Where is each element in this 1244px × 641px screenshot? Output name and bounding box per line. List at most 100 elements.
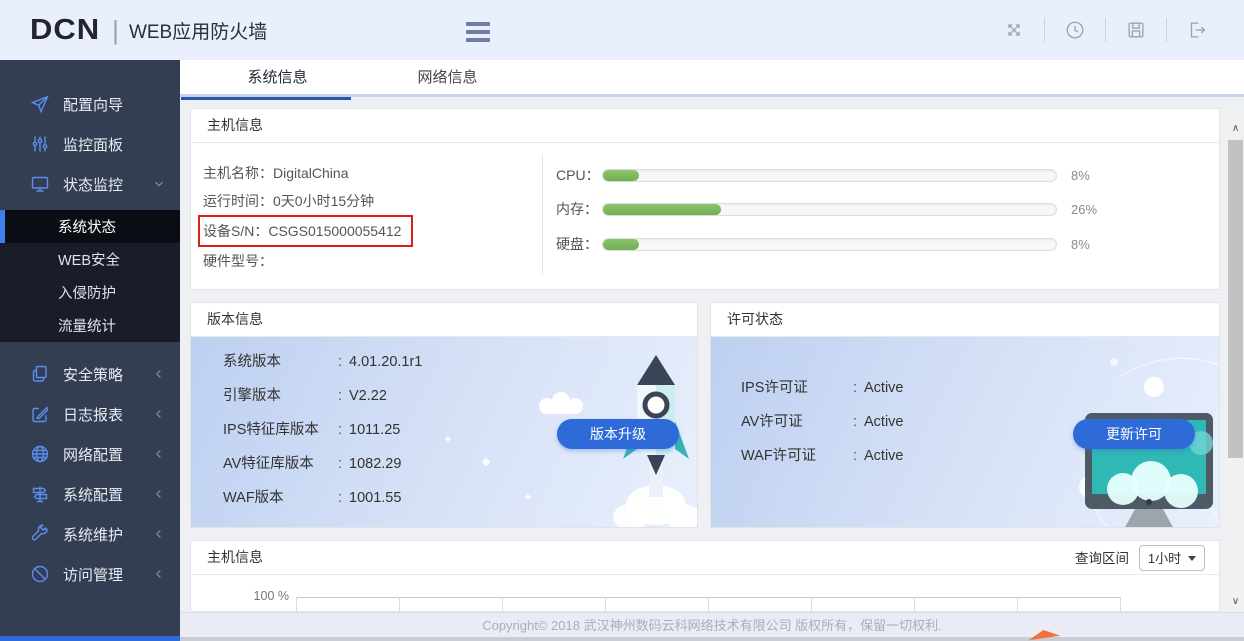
disk-percent-value: 8%: [1071, 237, 1090, 252]
panel-title: 版本信息: [191, 303, 697, 337]
chevron-down-icon: [152, 177, 166, 191]
sidebar-subitem-label: WEB安全: [58, 249, 120, 270]
access-blocked-icon: [30, 564, 50, 584]
sliders-icon: [30, 134, 50, 154]
sidebar-item-label: 访问管理: [63, 564, 123, 585]
sparkle-decoration: [525, 494, 531, 500]
chart-panel-header: 主机信息 查询区间 1小时: [191, 541, 1219, 575]
sidebar-item-access-management[interactable]: 访问管理: [0, 554, 180, 594]
gauge-label: 内存：: [556, 199, 602, 219]
monitor-icon: [30, 174, 50, 194]
chart-gridline: [708, 597, 709, 612]
memory-percent-value: 26%: [1071, 202, 1097, 217]
sidebar-bottom-accent: [0, 636, 180, 641]
header-divider: [1105, 18, 1106, 42]
sidebar-subitem-traffic-stats[interactable]: 流量统计: [0, 309, 180, 342]
highlight-red-box: 设备S/N：CSGS015000055412: [198, 215, 413, 247]
host-field-uptime: 运行时间：0天0小时15分钟: [203, 187, 413, 215]
tab-bar: 系统信息 网络信息: [180, 60, 1244, 97]
active-tab-indicator: [181, 97, 351, 100]
version-list: 系统版本:4.01.20.1r1 引擎版本:V2.22 IPS特征库版本:101…: [191, 345, 422, 515]
host-field-hardware-model: 硬件型号：: [203, 247, 413, 275]
header-divider: [1044, 18, 1045, 42]
sidebar-item-system-config[interactable]: 系统配置: [0, 474, 180, 514]
sidebar-item-monitor-panel[interactable]: 监控面板: [0, 124, 180, 164]
bottom-strip: [180, 637, 1244, 641]
copyright-footer: Copyright© 2018 武汉神州数码云科网络技术有限公司 版权所有，保留…: [180, 612, 1244, 637]
menu-toggle-icon[interactable]: [466, 22, 490, 46]
y-axis-top-label: 100 %: [236, 589, 289, 603]
sidebar-item-label: 系统配置: [63, 484, 123, 505]
license-row: IPS许可证:Active: [711, 371, 904, 405]
sidebar-subitem-web-security[interactable]: WEB安全: [0, 243, 180, 276]
tab-network-info[interactable]: 网络信息: [395, 60, 500, 94]
sidebar-item-label: 网络配置: [63, 444, 123, 465]
cpu-gauge: CPU： 8%: [556, 167, 1090, 183]
version-upgrade-button[interactable]: 版本升级: [557, 419, 679, 449]
tab-system-info[interactable]: 系统信息: [225, 60, 330, 94]
sidebar-item-label: 配置向导: [63, 94, 123, 115]
update-license-button[interactable]: 更新许可: [1073, 419, 1195, 449]
logout-icon[interactable]: [1186, 19, 1208, 41]
host-field-name: 主机名称：DigitalChina: [203, 159, 413, 187]
sidebar-item-label: 安全策略: [63, 364, 123, 385]
memory-gauge: 内存： 26%: [556, 201, 1097, 217]
chevron-left-icon: [152, 527, 166, 541]
memory-progress-fill: [603, 204, 721, 215]
panel-title: 主机信息: [207, 549, 263, 565]
cpu-progress-fill: [603, 170, 639, 181]
query-range-label: 查询区间: [1075, 542, 1129, 575]
host-fields: 主机名称：DigitalChina 运行时间：0天0小时15分钟 设备S/N：C…: [203, 159, 413, 275]
chevron-left-icon: [152, 407, 166, 421]
brand-separator: |: [112, 15, 119, 46]
vertical-scrollbar[interactable]: ∧ ∨: [1227, 118, 1244, 612]
sidebar-subitem-label: 系统状态: [58, 216, 116, 237]
header-divider: [1166, 18, 1167, 42]
sparkle-decoration: [482, 458, 490, 466]
version-row: 系统版本:4.01.20.1r1: [191, 345, 422, 379]
chart-gridline: [1120, 597, 1121, 612]
app-title: WEB应用防火墙: [129, 17, 267, 44]
disk-progress-fill: [603, 239, 639, 250]
document-icon: [30, 364, 50, 384]
sidebar: 配置向导 监控面板 状态监控 系统状态 WEB安全 入侵防护: [0, 60, 180, 641]
gauge-label: 硬盘：: [556, 234, 602, 254]
version-row: AV特征库版本:1082.29: [191, 447, 422, 481]
host-chart-panel: 主机信息 查询区间 1小时 100 %: [190, 540, 1220, 612]
sidebar-item-network-config[interactable]: 网络配置: [0, 434, 180, 474]
fullscreen-icon[interactable]: [1003, 19, 1025, 41]
sidebar-subitem-intrusion-prevention[interactable]: 入侵防护: [0, 276, 180, 309]
sidebar-subitem-system-status[interactable]: 系统状态: [0, 210, 180, 243]
save-icon[interactable]: [1125, 19, 1147, 41]
scroll-up-arrow[interactable]: ∧: [1227, 120, 1244, 137]
version-row: IPS特征库版本:1011.25: [191, 413, 422, 447]
chevron-left-icon: [152, 447, 166, 461]
version-panel-body: 系统版本:4.01.20.1r1 引擎版本:V2.22 IPS特征库版本:101…: [191, 337, 697, 527]
sidebar-subitem-label: 入侵防护: [58, 282, 116, 303]
sidebar-item-status-monitor[interactable]: 状态监控: [0, 164, 180, 204]
globe-icon: [30, 444, 50, 464]
scrollbar-thumb[interactable]: [1228, 140, 1243, 458]
panel-title: 主机信息: [191, 109, 1219, 143]
signpost-icon: [30, 484, 50, 504]
chevron-left-icon: [152, 567, 166, 581]
scroll-down-arrow[interactable]: ∨: [1227, 593, 1244, 610]
sidebar-item-config-wizard[interactable]: 配置向导: [0, 84, 180, 124]
wrench-icon: [30, 524, 50, 544]
clock-icon[interactable]: [1064, 19, 1086, 41]
report-edit-icon: [30, 404, 50, 424]
chart-gridline: [811, 597, 812, 612]
sidebar-item-system-maintenance[interactable]: 系统维护: [0, 514, 180, 554]
panel-title: 许可状态: [711, 303, 1219, 337]
cpu-percent-value: 8%: [1071, 168, 1090, 183]
query-range-control: 查询区间 1小时: [1075, 541, 1205, 575]
version-row: 引擎版本:V2.22: [191, 379, 422, 413]
header-actions: [1003, 0, 1208, 60]
caret-down-icon: [1188, 556, 1196, 561]
memory-progress-track: [602, 203, 1057, 216]
chevron-left-icon: [152, 487, 166, 501]
sidebar-item-log-report[interactable]: 日志报表: [0, 394, 180, 434]
license-row: WAF许可证:Active: [711, 439, 904, 473]
time-range-select[interactable]: 1小时: [1139, 545, 1205, 571]
sidebar-item-security-policy[interactable]: 安全策略: [0, 354, 180, 394]
